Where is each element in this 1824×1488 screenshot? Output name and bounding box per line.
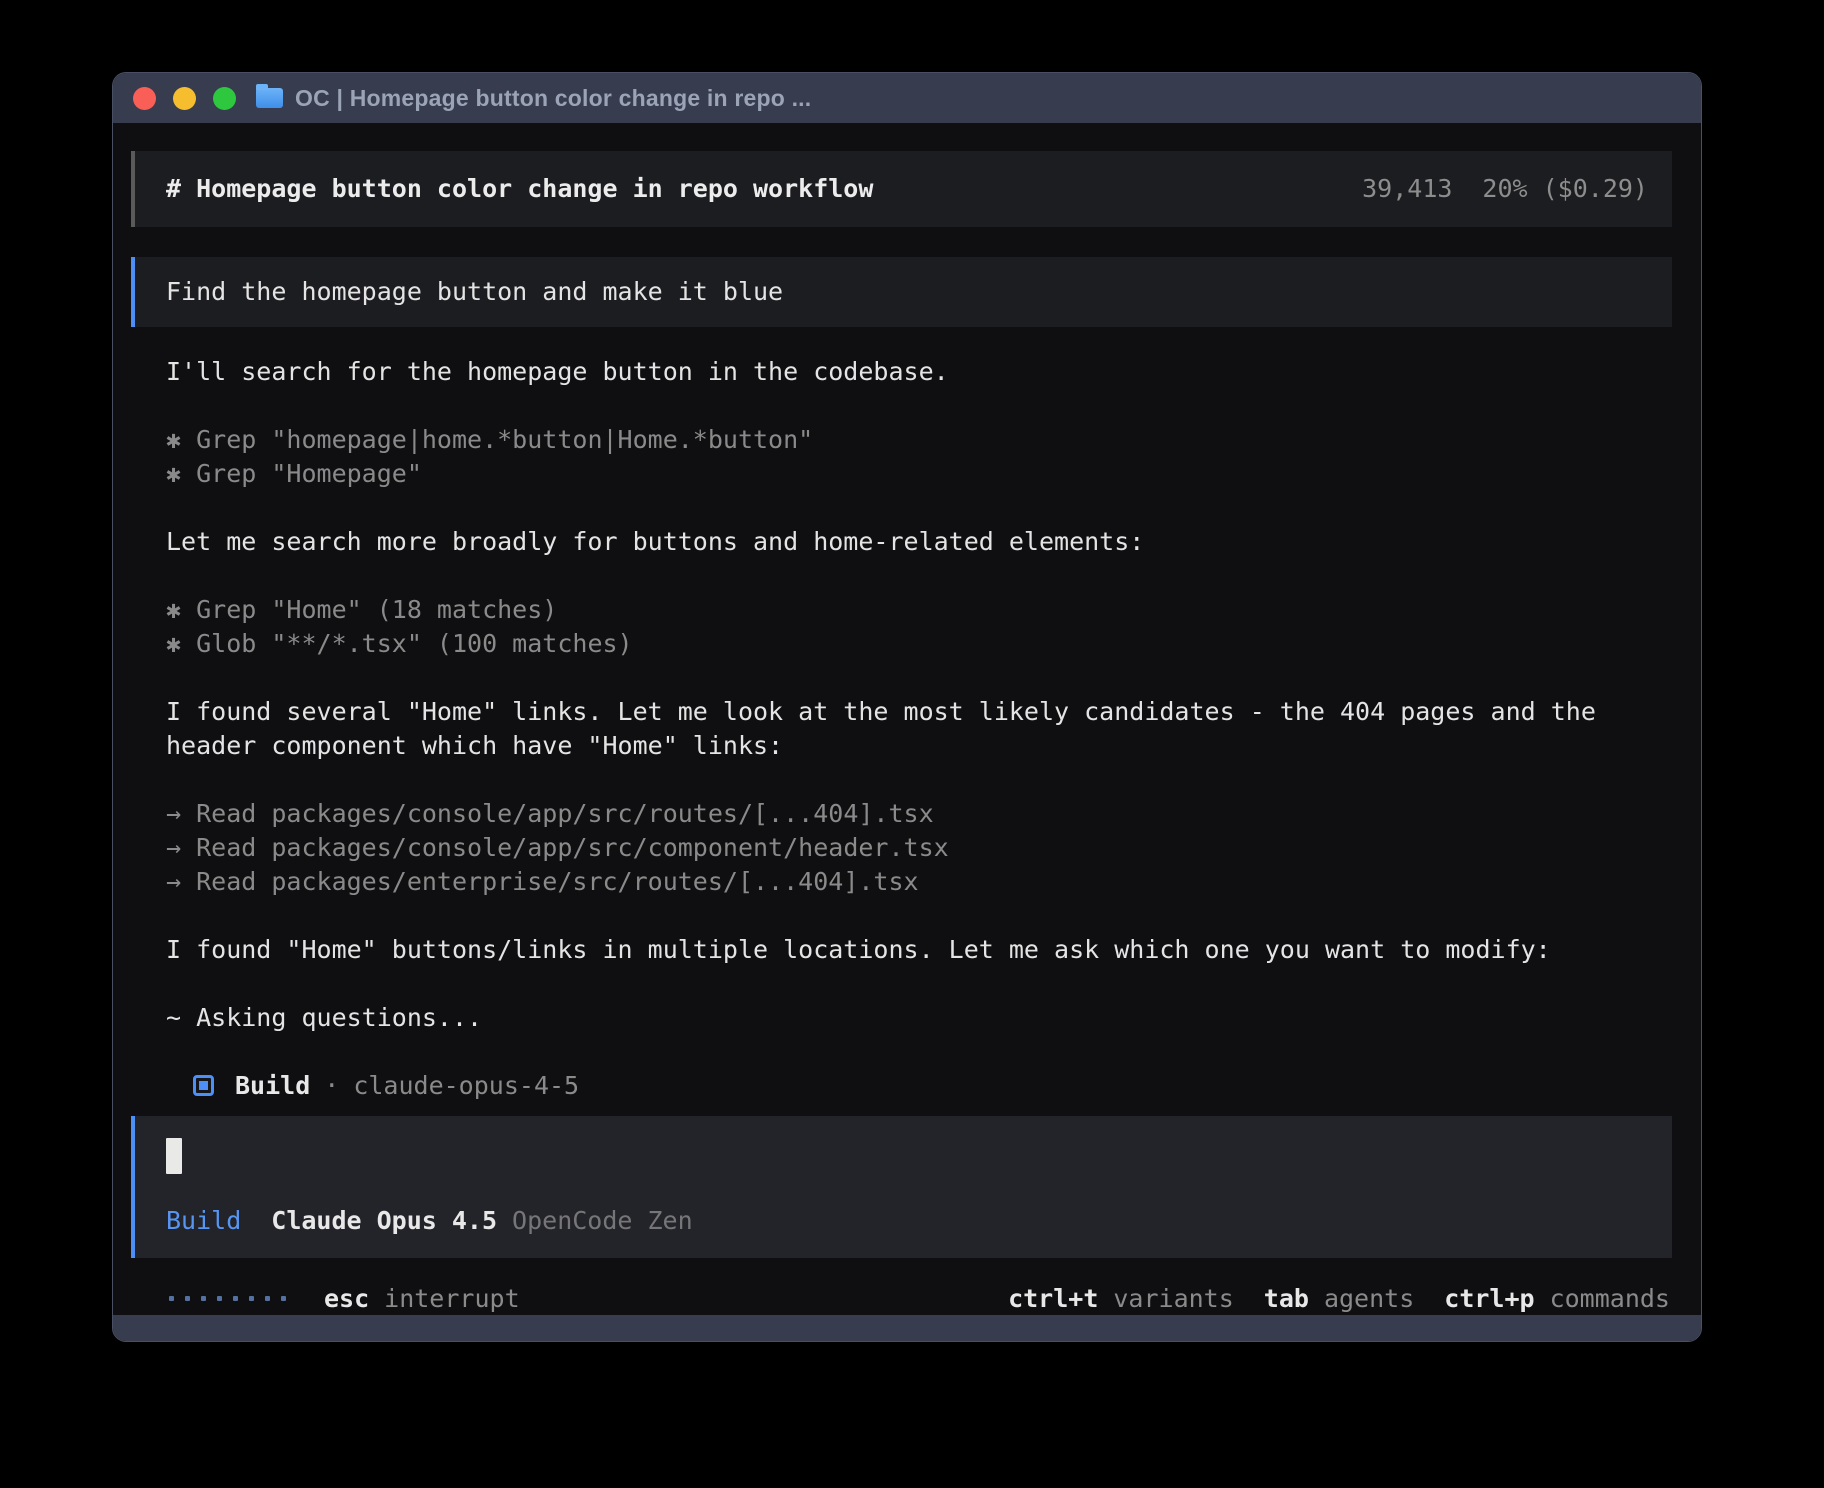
agent-icon bbox=[193, 1075, 214, 1096]
spinner-dot bbox=[265, 1296, 270, 1301]
window-title: OC | Homepage button color change in rep… bbox=[295, 85, 811, 112]
transcript-line: I found several "Home" links. Let me loo… bbox=[166, 695, 1637, 763]
input-meta: Build Claude Opus 4.5 OpenCode Zen bbox=[166, 1204, 1648, 1238]
hint-key: tab bbox=[1264, 1284, 1309, 1313]
read-arrow-icon: → bbox=[166, 833, 196, 862]
esc-key: esc bbox=[324, 1284, 369, 1313]
transcript-line bbox=[166, 967, 1637, 1001]
close-button[interactable] bbox=[133, 87, 156, 110]
transcript-line: ✱ Grep "homepage|home.*button|Home.*butt… bbox=[166, 423, 1637, 457]
input-provider-label: OpenCode Zen bbox=[512, 1204, 693, 1238]
transcript-line bbox=[166, 389, 1637, 423]
agent-name: Build bbox=[235, 1071, 310, 1100]
transcript-line bbox=[166, 559, 1637, 593]
input-model-label: Claude Opus 4.5 bbox=[271, 1204, 497, 1238]
user-message: Find the homepage button and make it blu… bbox=[131, 257, 1672, 327]
spinner-dot bbox=[281, 1296, 286, 1301]
text-cursor bbox=[166, 1138, 182, 1174]
tool-asterisk-icon: ✱ bbox=[166, 459, 196, 488]
transcript-line: ✱ Grep "Home" (18 matches) bbox=[166, 593, 1637, 627]
read-arrow-icon: → bbox=[166, 799, 196, 828]
status-hints: ctrl+t variants tab agents ctrl+p commands bbox=[978, 1284, 1670, 1313]
transcript-line: I'll search for the homepage button in t… bbox=[166, 355, 1637, 389]
window-controls bbox=[133, 87, 236, 110]
session-header: # Homepage button color change in repo w… bbox=[131, 151, 1672, 227]
spinner-dots bbox=[169, 1296, 286, 1301]
token-count: 39,413 bbox=[1362, 174, 1452, 203]
transcript-line: → Read packages/console/app/src/componen… bbox=[166, 831, 1637, 865]
hint-key: ctrl+p bbox=[1444, 1284, 1534, 1313]
agent-status: Build · claude-opus-4-5 bbox=[131, 1069, 1672, 1102]
terminal-body: # Homepage button color change in repo w… bbox=[113, 123, 1701, 1315]
spinner-dot bbox=[169, 1296, 174, 1301]
transcript-line: → Read packages/console/app/src/routes/[… bbox=[166, 797, 1637, 831]
transcript-line: ~ Asking questions... bbox=[166, 1001, 1637, 1035]
window-bottom-edge bbox=[113, 1315, 1701, 1341]
spinner-dot bbox=[217, 1296, 222, 1301]
spinner-dot bbox=[185, 1296, 190, 1301]
status-bar: esc interrupt ctrl+tvariantstabagentsctr… bbox=[131, 1282, 1672, 1315]
transcript-line: Let me search more broadly for buttons a… bbox=[166, 525, 1637, 559]
transcript: I'll search for the homepage button in t… bbox=[131, 355, 1672, 1035]
transcript-line bbox=[166, 661, 1637, 695]
maximize-button[interactable] bbox=[213, 87, 236, 110]
hint-agents: tab agents bbox=[1264, 1284, 1414, 1313]
minimize-button[interactable] bbox=[173, 87, 196, 110]
folder-icon bbox=[256, 88, 283, 108]
hint-variants: ctrl+t variants bbox=[1008, 1284, 1234, 1313]
user-message-text: Find the homepage button and make it blu… bbox=[166, 277, 783, 306]
hint-key: ctrl+t bbox=[1008, 1284, 1098, 1313]
transcript-line bbox=[166, 899, 1637, 933]
transcript-line: → Read packages/enterprise/src/routes/[.… bbox=[166, 865, 1637, 899]
window-titlebar: OC | Homepage button color change in rep… bbox=[113, 73, 1701, 123]
tool-asterisk-icon: ✱ bbox=[166, 425, 196, 454]
spinner-dot bbox=[249, 1296, 254, 1301]
hint-label: commands bbox=[1550, 1284, 1670, 1313]
session-title: # Homepage button color change in repo w… bbox=[166, 174, 873, 203]
tool-asterisk-icon: ✱ bbox=[166, 595, 196, 624]
input-mode-label: Build bbox=[166, 1204, 241, 1238]
hint-label: agents bbox=[1324, 1284, 1414, 1313]
spinner-dot bbox=[233, 1296, 238, 1301]
terminal-window: OC | Homepage button color change in rep… bbox=[112, 72, 1702, 1342]
transcript-line: ✱ Glob "**/*.tsx" (100 matches) bbox=[166, 627, 1637, 661]
spinner-dot bbox=[201, 1296, 206, 1301]
transcript-line bbox=[166, 763, 1637, 797]
context-usage: 20% ($0.29) bbox=[1482, 174, 1648, 203]
status-left: esc interrupt bbox=[133, 1284, 520, 1313]
prompt-input[interactable]: Build Claude Opus 4.5 OpenCode Zen bbox=[131, 1116, 1672, 1258]
transcript-line: I found "Home" buttons/links in multiple… bbox=[166, 933, 1637, 967]
tool-asterisk-icon: ✱ bbox=[166, 629, 196, 658]
interrupt-label: interrupt bbox=[384, 1284, 519, 1313]
agent-separator: · bbox=[324, 1071, 339, 1100]
transcript-line bbox=[166, 491, 1637, 525]
transcript-line: ✱ Grep "Homepage" bbox=[166, 457, 1637, 491]
agent-model: claude-opus-4-5 bbox=[353, 1071, 579, 1100]
hint-label: variants bbox=[1113, 1284, 1233, 1313]
session-stats: 39,413 20% ($0.29) bbox=[1362, 174, 1648, 203]
read-arrow-icon: → bbox=[166, 867, 196, 896]
hint-commands: ctrl+p commands bbox=[1444, 1284, 1670, 1313]
